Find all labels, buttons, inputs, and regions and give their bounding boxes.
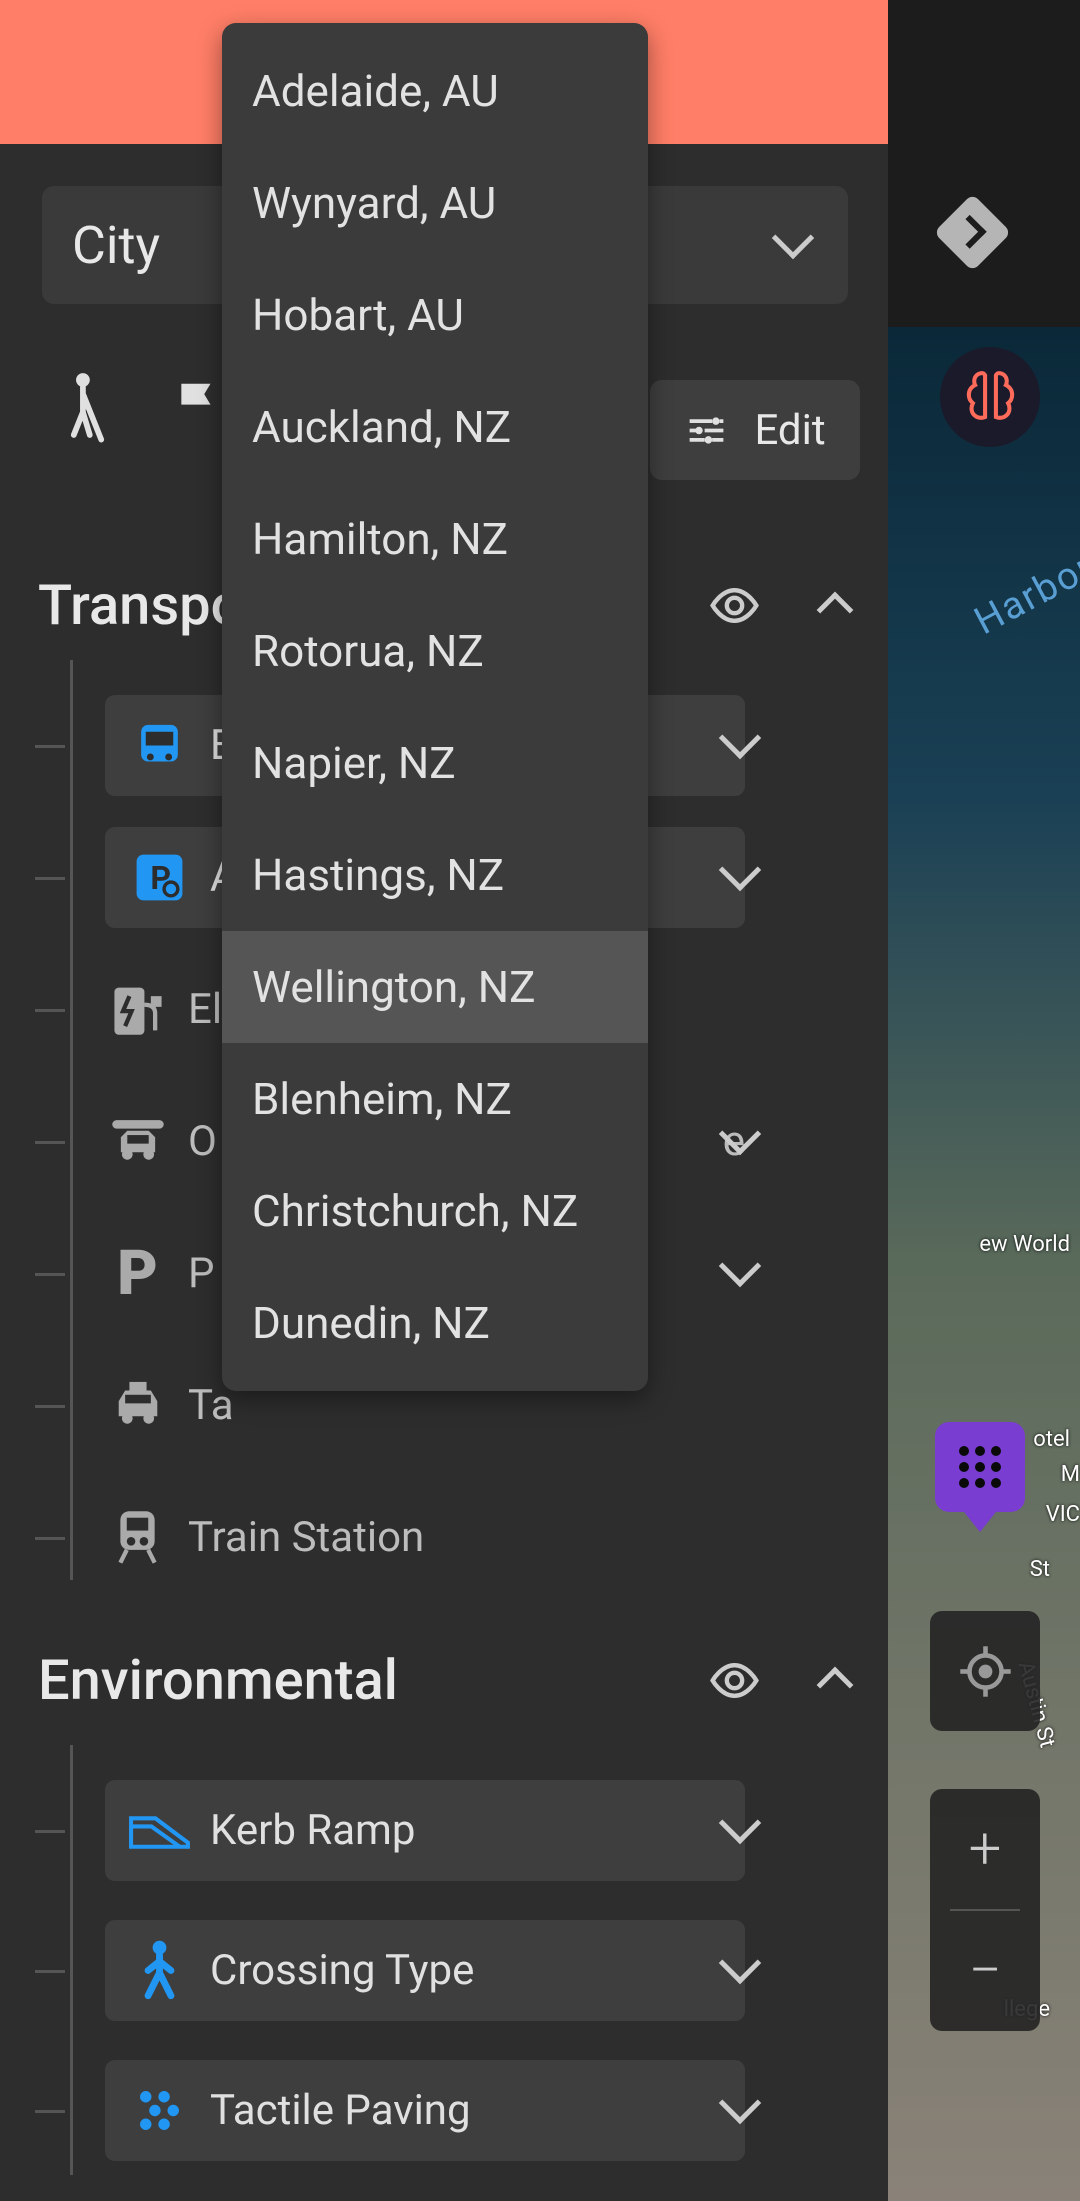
city-option[interactable]: Hamilton, NZ [222,483,648,595]
city-option[interactable]: Auckland, NZ [222,371,648,483]
layer-item-label: P [188,1249,215,1298]
layer-item[interactable]: Kerb Ramp [70,1780,745,1880]
tune-icon [684,408,729,453]
layer-item-label: Kerb Ramp [210,1806,415,1855]
crosshair-icon [958,1644,1013,1699]
chevron-down-icon[interactable] [725,1129,755,1153]
eye-icon[interactable] [707,588,762,623]
city-option[interactable]: Wellington, NZ [222,931,648,1043]
map-poi-st: St [1030,1557,1050,1582]
chevron-up-icon[interactable] [817,592,854,629]
city-option[interactable]: Hastings, NZ [222,819,648,931]
zoom-out-button[interactable]: − [930,1911,1040,2031]
svg-text:P: P [150,858,171,896]
edit-button[interactable]: Edit [650,380,860,480]
city-option[interactable]: Hobart, AU [222,259,648,371]
layer-item-body: Train Station [105,1505,745,1570]
city-option[interactable]: Rotorua, NZ [222,595,648,707]
car-roof-icon [105,1109,170,1174]
locate-button[interactable] [930,1611,1040,1731]
blind-cane-icon[interactable] [60,370,115,445]
chevron-up-icon[interactable] [817,1667,854,1704]
chevron-down-icon[interactable] [725,865,755,889]
layer-item[interactable]: Train Station [70,1487,745,1587]
zoom-controls: + − [930,1789,1040,2031]
chevron-down-icon[interactable] [725,1261,755,1285]
city-option[interactable]: Wynyard, AU [222,147,648,259]
ev-charge-icon [105,977,170,1042]
train-icon [105,1505,170,1570]
bus-icon [127,713,192,778]
zoom-in-button[interactable]: + [930,1789,1040,1909]
city-option[interactable]: Adelaide, AU [222,35,648,147]
map-poi-otel: otel [1033,1427,1070,1452]
layer-item-label: Tactile Paving [210,2086,471,2135]
brain-svg-icon [958,365,1023,430]
map-label-harbour: Harbour [967,534,1080,644]
chevron-down-icon [778,233,808,257]
layer-item-label: O [188,1117,217,1166]
map-poi-vic: VIC [1046,1502,1080,1527]
brain-logo-icon[interactable] [940,347,1040,447]
layer-item[interactable]: Crossing Type [70,1920,745,2020]
layer-item-body: Crossing Type [105,1920,745,2021]
layer-item[interactable]: Tactile Paving [70,2060,745,2160]
persona-icon-row [60,370,225,445]
header-dark-area [888,0,1080,327]
layer-item-body: Tactile Paving [105,2060,745,2161]
map-marker-dots-icon [959,1446,1001,1488]
map-marker-poi[interactable] [935,1422,1025,1512]
kerb-ramp-icon [127,1798,192,1863]
city-option[interactable]: Dunedin, NZ [222,1267,648,1379]
map-poi-m: M [1061,1462,1080,1487]
crossing-icon [127,1938,192,2003]
layer-item-body: Kerb Ramp [105,1780,745,1881]
city-selector-label: City [72,215,160,276]
environmental-tree: Kerb Ramp Crossing Type Tactile Paving [70,1745,745,2175]
app-root: Harbour ew World otel St M VIC Austin St… [0,0,1080,2201]
map-poi-newworld: ew World [979,1232,1070,1257]
flag-icon[interactable] [170,365,225,440]
chevron-down-icon[interactable] [725,733,755,757]
city-dropdown-menu: Adelaide, AUWynyard, AUHobart, AUAucklan… [222,23,648,1391]
tactile-icon [127,2078,192,2143]
chevron-down-icon[interactable] [725,2098,755,2122]
city-option[interactable]: Blenheim, NZ [222,1043,648,1155]
edit-button-label: Edit [754,406,825,455]
parking-icon: P [105,1241,170,1306]
svg-text:P: P [117,1243,158,1303]
layer-item-label: Crossing Type [210,1946,474,1995]
city-option[interactable]: Christchurch, NZ [222,1155,648,1267]
chevron-down-icon[interactable] [725,1818,755,1842]
eye-icon[interactable] [707,1663,762,1698]
city-option[interactable]: Napier, NZ [222,707,648,819]
chevron-down-icon[interactable] [725,1958,755,1982]
section-environmental-title: Environmental [38,1647,398,1713]
taxi-icon [105,1373,170,1438]
section-environmental-header: Environmental [38,1647,848,1713]
accessible-parking-icon: P [127,845,192,910]
layer-item-label: Train Station [188,1513,424,1562]
layer-item-label: El [188,985,222,1034]
